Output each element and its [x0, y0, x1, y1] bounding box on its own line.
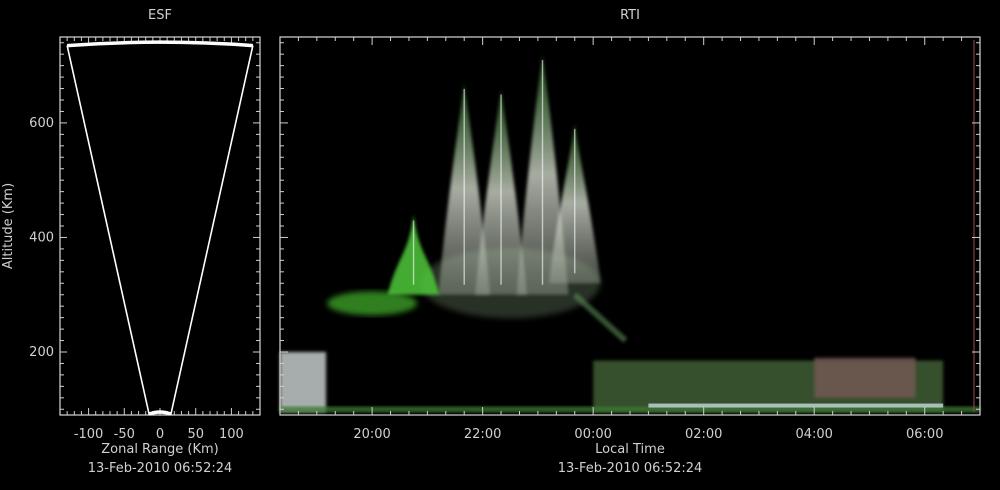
esf-plot-frame — [59, 36, 261, 416]
rti-echoes — [280, 54, 980, 413]
esf-title: ESF — [148, 8, 172, 23]
esf-y-tick-label: 200 — [29, 345, 54, 360]
esf-tick-labels: 200 400 600 -100 -50 0 50 100 — [29, 116, 244, 442]
rti-green-echo — [327, 291, 418, 316]
esf-marks — [66, 40, 254, 416]
rti-x-label: Local Time — [595, 442, 665, 457]
esf-top-arc — [67, 40, 253, 48]
esf-timestamp: 13-Feb-2010 06:52:24 — [88, 461, 233, 476]
esf-y-label: Altitude (Km) — [1, 183, 16, 269]
esf-x-tick-label: -50 — [114, 427, 135, 442]
rti-x-tick-label: 02:00 — [685, 427, 722, 442]
rti-x-tick-label: 06:00 — [906, 427, 943, 442]
figure-canvas: ESF 200 400 600 -100 -50 0 50 100 Zonal Range (… — [1, 8, 981, 476]
rti-panel: RTI 20:00 22:00 00:00 02:00 04:00 06:00 Local… — [279, 8, 981, 476]
rti-timestamp: 13-Feb-2010 06:52:24 — [558, 461, 703, 476]
rti-bottom-band — [648, 403, 944, 408]
esf-x-label: Zonal Range (Km) — [101, 442, 218, 457]
rti-x-tick-label: 04:00 — [795, 427, 832, 442]
esf-y-tick-label: 400 — [29, 230, 54, 245]
rti-title: RTI — [620, 8, 640, 23]
esf-beam-edge — [66, 45, 151, 416]
esf-x-tick-label: 50 — [187, 427, 204, 442]
rti-bottom-layer — [280, 352, 327, 413]
esf-x-tick-label: 100 — [219, 427, 244, 442]
esf-x-tick-label: 0 — [156, 427, 164, 442]
rti-tick-labels: 20:00 22:00 00:00 02:00 04:00 06:00 — [353, 427, 943, 442]
rti-x-tick-label: 20:00 — [353, 427, 390, 442]
rti-plume-tail — [572, 292, 628, 343]
esf-bottom-arc — [148, 410, 172, 416]
rti-x-tick-label: 00:00 — [574, 427, 611, 442]
esf-y-tick-label: 600 — [29, 116, 54, 131]
esf-ticks — [60, 37, 260, 415]
esf-beam-edge — [169, 45, 254, 416]
rti-bottom-layer — [814, 357, 916, 398]
rti-x-tick-label: 22:00 — [464, 427, 501, 442]
esf-panel: ESF 200 400 600 -100 -50 0 50 100 Zonal Range (… — [1, 8, 261, 476]
esf-x-tick-label: -100 — [74, 427, 104, 442]
